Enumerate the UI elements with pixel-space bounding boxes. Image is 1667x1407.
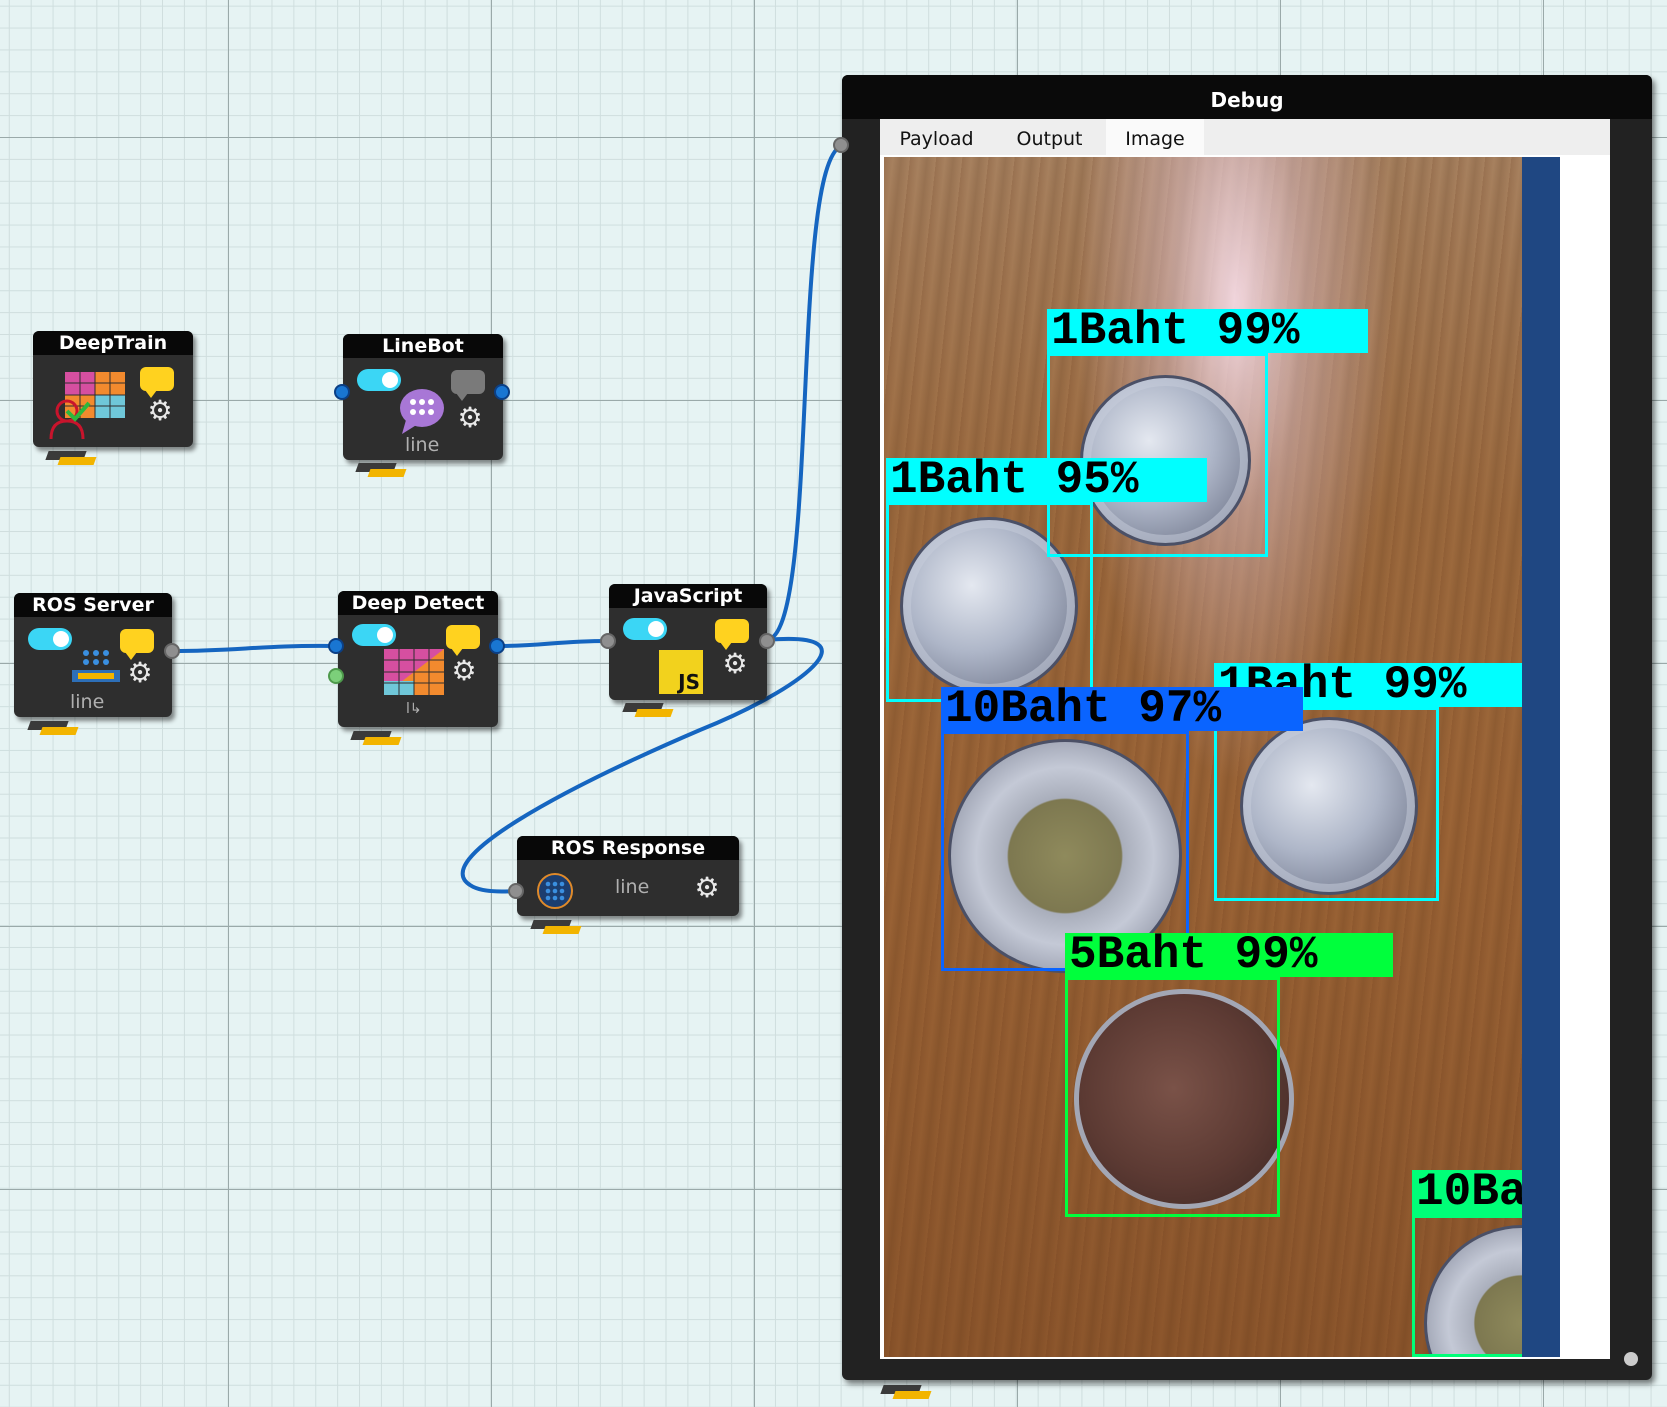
input-port[interactable]: [600, 633, 616, 649]
note-icon[interactable]: [140, 367, 174, 398]
node-tag-icon: [624, 703, 674, 717]
debug-title: Debug: [842, 75, 1652, 119]
secondary-input-port[interactable]: [328, 668, 344, 684]
node-title: DeepTrain: [33, 331, 193, 355]
detection-label: 1Baht 99%: [1047, 309, 1368, 353]
note-icon[interactable]: [120, 629, 154, 660]
tab-output[interactable]: Output: [993, 119, 1106, 155]
detection-image: 1Baht 99% 1Baht 95% 1Baht 99% 10Baht 97%…: [884, 157, 1560, 1357]
ros-server-icon: [72, 650, 120, 682]
output-port[interactable]: [494, 384, 510, 400]
wire-deepdetect-to-javascript[interactable]: [496, 639, 608, 648]
detection-label: 5Baht 99%: [1065, 933, 1393, 977]
node-ros-response[interactable]: ROS Response line ⚙: [517, 836, 739, 916]
settings-gear-icon[interactable]: ⚙: [693, 874, 721, 902]
detection-box: [886, 502, 1093, 702]
detection-box: [1065, 977, 1280, 1217]
node-subtitle: line: [70, 691, 105, 713]
debug-input-port[interactable]: [833, 137, 849, 153]
enable-toggle[interactable]: [352, 624, 396, 646]
settings-gear-icon[interactable]: ⚙: [146, 397, 174, 425]
note-icon[interactable]: [446, 625, 480, 656]
deep-detect-icon: [384, 649, 444, 695]
node-ros-server[interactable]: ROS Server ⚙ line: [14, 593, 172, 717]
settings-gear-icon[interactable]: ⚙: [456, 404, 484, 432]
tab-payload[interactable]: Payload: [880, 119, 993, 155]
node-title: LineBot: [343, 334, 503, 358]
tab-image[interactable]: Image: [1106, 119, 1204, 155]
image-scrollbar[interactable]: [1522, 157, 1560, 1357]
flow-canvas[interactable]: DeepTrain ⚙ LineBot ⚙ line ROS Server ⚙ …: [0, 0, 1667, 1407]
node-subtitle: l↳: [406, 701, 422, 717]
node-subtitle: line: [405, 434, 440, 456]
detection-box: [1214, 707, 1439, 901]
debug-content: Payload Output Image 1Baht 99% 1Baht 95%…: [880, 119, 1610, 1359]
node-tag-icon: [29, 721, 79, 735]
detection-label: 1Baht 95%: [886, 458, 1207, 502]
node-deep-detect[interactable]: Deep Detect ⚙ l↳: [338, 591, 498, 727]
input-port[interactable]: [334, 384, 350, 400]
node-title: ROS Server: [14, 593, 172, 617]
wire-rosserver-to-deepdetect[interactable]: [171, 643, 337, 653]
node-linebot[interactable]: LineBot ⚙ line: [343, 334, 503, 460]
enable-toggle[interactable]: [357, 369, 401, 391]
node-title: Deep Detect: [338, 591, 498, 615]
resize-handle-icon[interactable]: [1624, 1352, 1638, 1366]
node-deeptrain[interactable]: DeepTrain ⚙: [33, 331, 193, 447]
settings-gear-icon[interactable]: ⚙: [721, 650, 749, 678]
node-tag-icon: [532, 920, 582, 934]
node-tag-icon: [352, 731, 402, 745]
deeptrain-icon: [49, 372, 125, 440]
line-chat-icon: [400, 389, 444, 434]
enable-toggle[interactable]: [28, 628, 72, 650]
settings-gear-icon[interactable]: ⚙: [126, 659, 154, 687]
note-icon[interactable]: [715, 619, 749, 650]
settings-gear-icon[interactable]: ⚙: [450, 657, 478, 685]
debug-node-panel[interactable]: Debug Payload Output Image 1Baht 99% 1Ba…: [842, 75, 1652, 1380]
debug-tab-bar: Payload Output Image: [880, 119, 1610, 155]
js-badge: JS: [678, 670, 700, 694]
ros-response-icon: [537, 873, 573, 909]
node-javascript[interactable]: JavaScript JS ⚙: [609, 584, 767, 700]
enable-toggle[interactable]: [623, 618, 667, 640]
note-icon[interactable]: [451, 370, 485, 401]
javascript-icon: JS: [659, 650, 703, 694]
input-port[interactable]: [508, 883, 524, 899]
node-title: ROS Response: [517, 836, 739, 860]
node-tag-icon: [47, 451, 97, 465]
detection-label: 10Baht 97%: [941, 687, 1303, 731]
output-port[interactable]: [489, 638, 505, 654]
wire-javascript-to-debug[interactable]: [765, 144, 843, 642]
input-port[interactable]: [328, 638, 344, 654]
node-subtitle: line: [615, 876, 650, 898]
node-tag-icon: [882, 1385, 932, 1399]
node-title: JavaScript: [609, 584, 767, 608]
output-port[interactable]: [759, 633, 775, 649]
node-tag-icon: [357, 463, 407, 477]
output-port[interactable]: [164, 643, 180, 659]
